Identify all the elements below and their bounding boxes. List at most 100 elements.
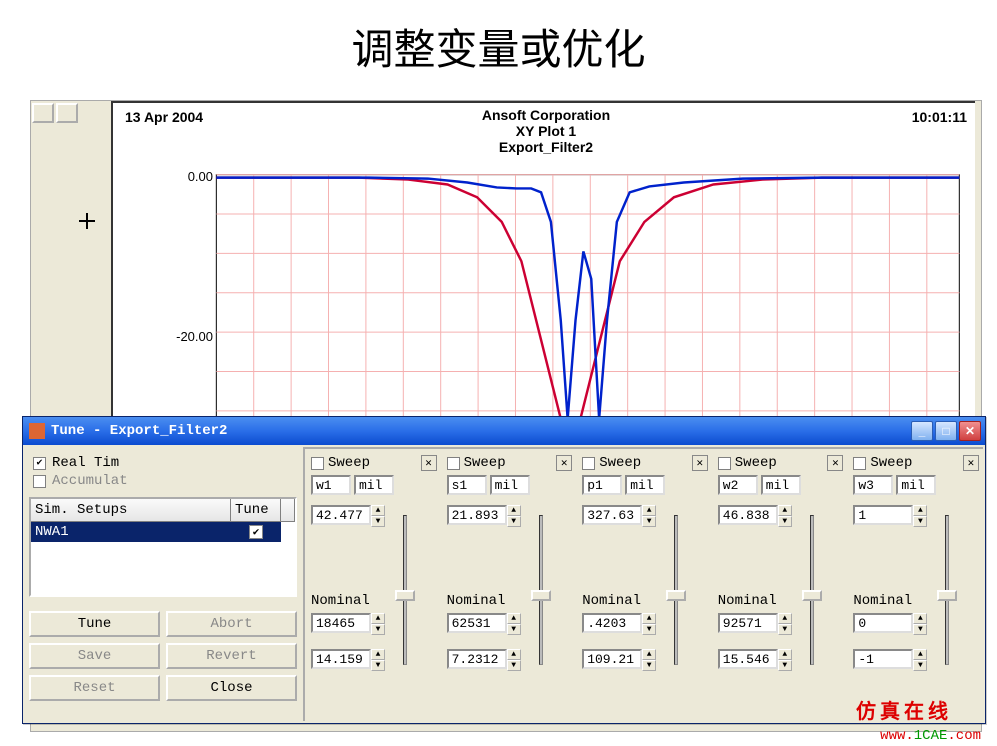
- max-value[interactable]: 1: [853, 505, 913, 525]
- plot-svg: [113, 153, 979, 419]
- var-name[interactable]: w1: [311, 475, 351, 495]
- realtime-label: Real Tim: [52, 455, 119, 471]
- min-value[interactable]: 14.159: [311, 649, 371, 669]
- var-unit[interactable]: mil: [354, 475, 394, 495]
- nominal-spin[interactable]: ▲▼: [371, 613, 385, 635]
- setups-table: Sim. Setups Tune NWA1: [29, 497, 297, 597]
- var-unit[interactable]: mil: [625, 475, 665, 495]
- tuner-p1: Sweep ✕ p1 mil 327.63 ▲▼ Nominal .4203 ▲…: [582, 455, 708, 717]
- plot-time: 10:01:11: [912, 109, 967, 125]
- var-name[interactable]: s1: [447, 475, 487, 495]
- max-value[interactable]: 21.893: [447, 505, 507, 525]
- min-value[interactable]: 7.2312: [447, 649, 507, 669]
- sweep-checkbox[interactable]: [447, 457, 460, 470]
- var-name[interactable]: p1: [582, 475, 622, 495]
- tuner-close-icon[interactable]: ✕: [556, 455, 572, 471]
- min-value[interactable]: 109.21: [582, 649, 642, 669]
- slider[interactable]: [662, 505, 690, 675]
- app-icon: [29, 423, 45, 439]
- max-value[interactable]: 327.63: [582, 505, 642, 525]
- col-pad: [281, 499, 295, 521]
- slider-thumb[interactable]: [531, 590, 551, 601]
- min-spin[interactable]: ▲▼: [778, 649, 792, 671]
- var-name[interactable]: w2: [718, 475, 758, 495]
- slider[interactable]: [933, 505, 961, 675]
- plot-panel: 13 Apr 2004 Ansoft Corporation XY Plot 1…: [111, 101, 979, 423]
- slider[interactable]: [527, 505, 555, 675]
- max-spin[interactable]: ▲▼: [913, 505, 927, 527]
- minimize-button[interactable]: _: [911, 421, 933, 441]
- sweep-checkbox[interactable]: [718, 457, 731, 470]
- nominal-spin[interactable]: ▲▼: [642, 613, 656, 635]
- nominal-value[interactable]: .4203: [582, 613, 642, 633]
- maximize-button[interactable]: □: [935, 421, 957, 441]
- sweep-label: Sweep: [464, 455, 506, 471]
- nominal-spin[interactable]: ▲▼: [913, 613, 927, 635]
- toolbar-btn-1[interactable]: [32, 103, 54, 123]
- max-spin[interactable]: ▲▼: [507, 505, 521, 527]
- nominal-label: Nominal: [582, 593, 656, 609]
- col-tune[interactable]: Tune: [231, 499, 281, 521]
- slider[interactable]: [391, 505, 419, 675]
- sweep-label: Sweep: [735, 455, 777, 471]
- var-unit[interactable]: mil: [490, 475, 530, 495]
- tuner-close-icon[interactable]: ✕: [963, 455, 979, 471]
- row-tune-checkbox[interactable]: [249, 525, 263, 539]
- tune-dialog: Tune - Export_Filter2 _ □ ✕ Real Tim Acc…: [22, 416, 986, 724]
- watermark-cn: 仿真在线: [856, 695, 952, 724]
- close-dialog-button[interactable]: Close: [166, 675, 297, 701]
- min-value[interactable]: -1: [853, 649, 913, 669]
- var-unit[interactable]: mil: [761, 475, 801, 495]
- sweep-label: Sweep: [870, 455, 912, 471]
- min-spin[interactable]: ▲▼: [371, 649, 385, 671]
- sweep-checkbox[interactable]: [311, 457, 324, 470]
- slider[interactable]: [798, 505, 826, 675]
- min-spin[interactable]: ▲▼: [507, 649, 521, 671]
- sweep-checkbox[interactable]: [853, 457, 866, 470]
- nominal-label: Nominal: [718, 593, 792, 609]
- max-spin[interactable]: ▲▼: [642, 505, 656, 527]
- slider-thumb[interactable]: [395, 590, 415, 601]
- tuner-s1: Sweep ✕ s1 mil 21.893 ▲▼ Nominal 62531 ▲…: [447, 455, 573, 717]
- titlebar[interactable]: Tune - Export_Filter2 _ □ ✕: [23, 417, 985, 445]
- sweep-label: Sweep: [328, 455, 370, 471]
- realtime-checkbox[interactable]: [33, 457, 46, 470]
- tune-button[interactable]: Tune: [29, 611, 160, 637]
- accumulate-checkbox-row: Accumulat: [33, 473, 297, 489]
- nominal-spin[interactable]: ▲▼: [507, 613, 521, 635]
- slider-thumb[interactable]: [666, 590, 686, 601]
- nominal-label: Nominal: [853, 593, 927, 609]
- nominal-value[interactable]: 62531: [447, 613, 507, 633]
- plot-company: Ansoft Corporation: [113, 107, 979, 123]
- var-unit[interactable]: mil: [896, 475, 936, 495]
- sweep-label: Sweep: [599, 455, 641, 471]
- nominal-spin[interactable]: ▲▼: [778, 613, 792, 635]
- abort-button: Abort: [166, 611, 297, 637]
- min-spin[interactable]: ▲▼: [913, 649, 927, 671]
- nominal-value[interactable]: 92571: [718, 613, 778, 633]
- col-sim[interactable]: Sim. Setups: [31, 499, 231, 521]
- accumulate-checkbox: [33, 475, 46, 488]
- realtime-checkbox-row[interactable]: Real Tim: [33, 455, 297, 471]
- tuner-close-icon[interactable]: ✕: [692, 455, 708, 471]
- slider-thumb[interactable]: [802, 590, 822, 601]
- max-spin[interactable]: ▲▼: [778, 505, 792, 527]
- table-row[interactable]: NWA1: [31, 522, 295, 542]
- nominal-value[interactable]: 18465: [311, 613, 371, 633]
- max-value[interactable]: 46.838: [718, 505, 778, 525]
- close-button[interactable]: ✕: [959, 421, 981, 441]
- plot-titles: Ansoft Corporation XY Plot 1 Export_Filt…: [113, 107, 979, 155]
- nominal-label: Nominal: [447, 593, 521, 609]
- slider-thumb[interactable]: [937, 590, 957, 601]
- sweep-checkbox[interactable]: [582, 457, 595, 470]
- max-value[interactable]: 42.477: [311, 505, 371, 525]
- revert-button: Revert: [166, 643, 297, 669]
- tuner-close-icon[interactable]: ✕: [827, 455, 843, 471]
- min-value[interactable]: 15.546: [718, 649, 778, 669]
- max-spin[interactable]: ▲▼: [371, 505, 385, 527]
- toolbar-btn-2[interactable]: [56, 103, 78, 123]
- min-spin[interactable]: ▲▼: [642, 649, 656, 671]
- var-name[interactable]: w3: [853, 475, 893, 495]
- tuner-close-icon[interactable]: ✕: [421, 455, 437, 471]
- nominal-value[interactable]: 0: [853, 613, 913, 633]
